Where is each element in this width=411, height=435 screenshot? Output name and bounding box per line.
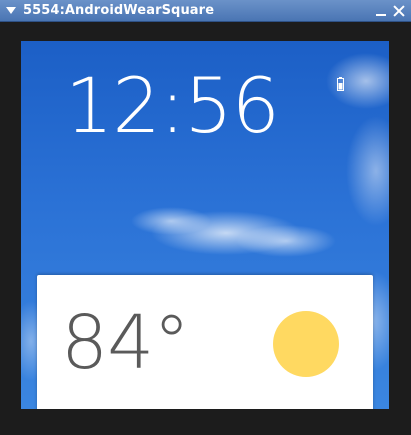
window-title: 5554:AndroidWearSquare [23, 3, 215, 18]
temperature-value: 84° [61, 300, 190, 386]
battery-icon [337, 77, 344, 91]
window-titlebar[interactable]: 5554:AndroidWearSquare [0, 0, 411, 22]
sun-icon [273, 311, 339, 377]
emulator-window: 5554:AndroidWearSquare 12:56 84° [0, 0, 411, 435]
close-icon[interactable] [393, 5, 405, 17]
weather-card[interactable]: 84° [37, 275, 373, 409]
minimize-icon[interactable] [375, 5, 387, 17]
clock-time: 12:56 [65, 61, 280, 150]
watch-screen[interactable]: 12:56 84° [21, 41, 389, 409]
window-controls [375, 0, 405, 22]
dropdown-arrow-icon[interactable] [6, 7, 16, 14]
